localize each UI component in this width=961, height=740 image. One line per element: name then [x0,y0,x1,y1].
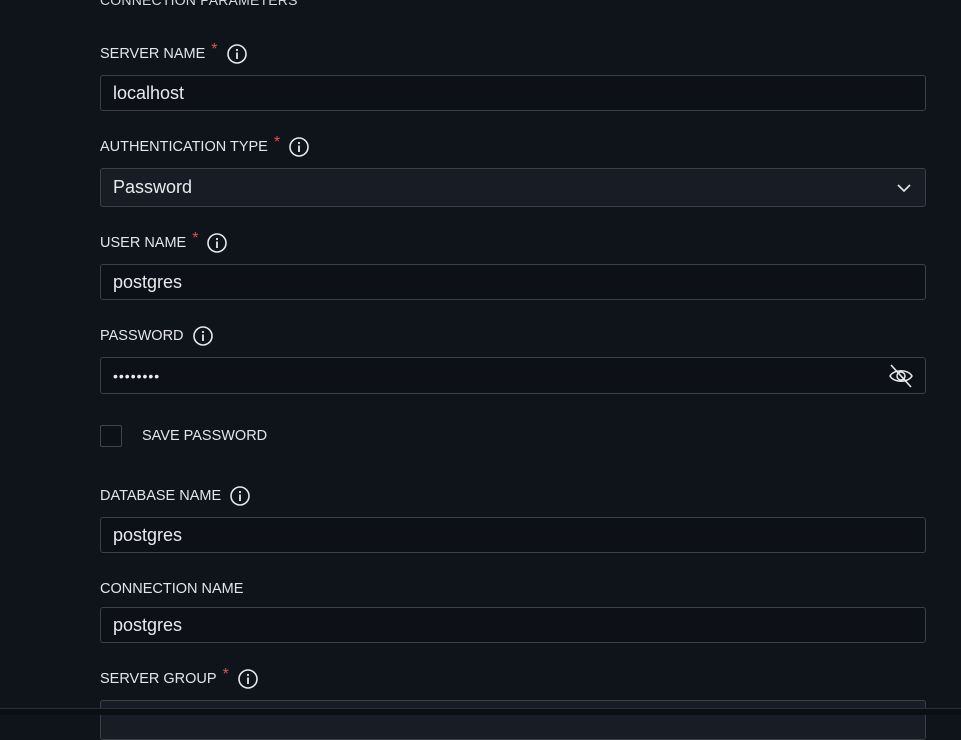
user-name-label: USER NAME [100,235,187,251]
connection-name-label: CONNECTION NAME [100,581,244,597]
info-icon[interactable] [230,486,250,506]
database-name-input[interactable]: postgres [100,517,926,553]
auth-type-label-row: AUTHENTICATION TYPE * [100,134,309,159]
info-icon[interactable] [207,233,228,253]
save-password-label[interactable]: SAVE PASSWORD [142,428,267,444]
database-name-label: DATABASE NAME [100,488,222,504]
auth-type-select[interactable]: Password [100,168,926,207]
server-group-label-row: SERVER GROUP * [100,666,258,691]
required-marker: * [211,41,218,58]
connection-name-value: postgres [113,614,183,635]
password-input[interactable]: •••••••• [100,357,926,394]
server-group-select[interactable] [100,700,926,740]
chevron-down-icon [895,179,913,197]
required-marker: * [192,230,199,247]
auth-type-label: AUTHENTICATION TYPE [100,139,268,155]
user-name-input[interactable]: postgres [100,264,926,300]
server-name-label-row: SERVER NAME * [100,41,247,66]
database-name-value: postgres [113,524,183,545]
password-label-row: PASSWORD [100,324,213,348]
password-label: PASSWORD [100,328,184,344]
auth-type-selected-value: Password [113,177,193,197]
required-marker: * [273,134,281,151]
info-icon[interactable] [192,326,213,346]
user-name-label-row: USER NAME * [100,230,228,255]
password-masked-value: •••••••• [113,367,161,384]
connection-name-input[interactable]: postgres [100,607,926,643]
save-password-checkbox[interactable] [100,425,122,447]
server-name-label: SERVER NAME [100,46,206,62]
server-name-value: localhost [113,82,185,103]
connection-form: CONNECTION PARAMETERS SERVER NAME * loca… [100,0,926,740]
section-title: CONNECTION PARAMETERS [100,0,298,8]
server-name-input[interactable]: localhost [100,75,926,111]
save-password-row: SAVE PASSWORD [100,424,267,448]
server-group-label: SERVER GROUP [100,671,217,687]
required-marker: * [222,666,229,683]
info-icon[interactable] [289,137,309,157]
info-icon[interactable] [226,44,247,64]
database-name-label-row: DATABASE NAME [100,484,250,508]
connection-name-label-row: CONNECTION NAME [100,577,243,601]
info-icon[interactable] [238,669,258,689]
user-name-value: postgres [113,271,183,292]
eye-off-icon[interactable] [887,362,915,390]
